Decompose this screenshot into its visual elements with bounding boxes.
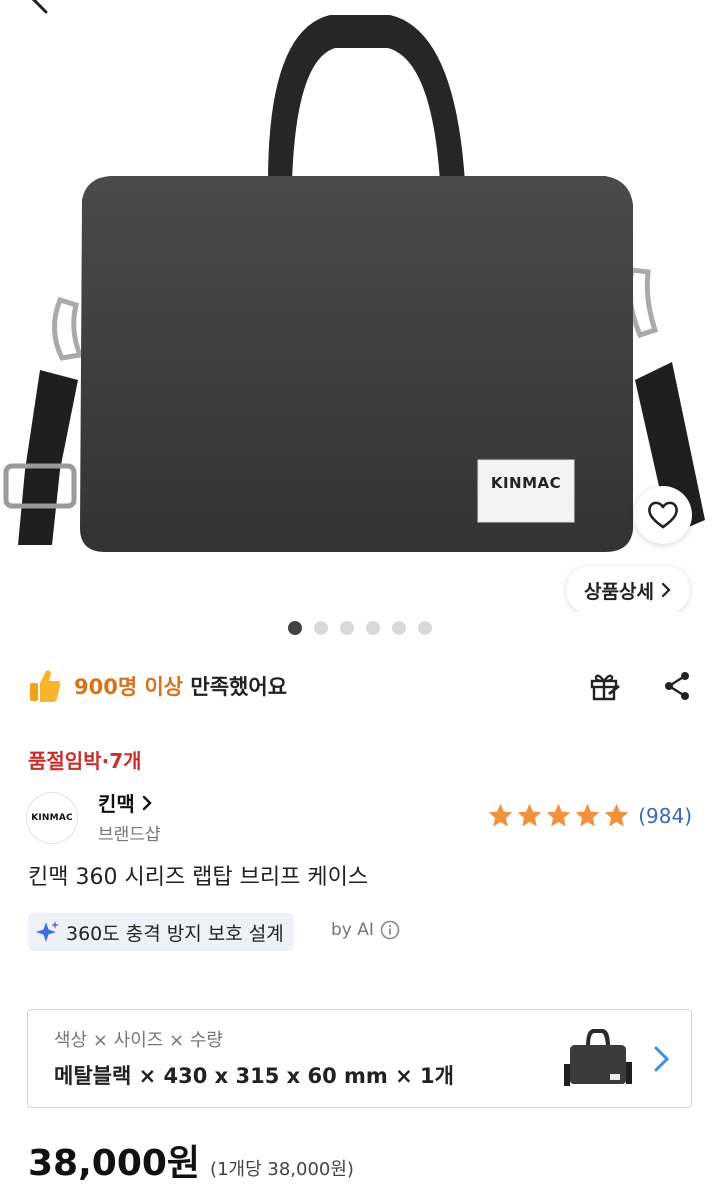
carousel-dot[interactable] — [287, 621, 302, 635]
bag-brand-label: KINMAC — [490, 474, 562, 492]
gift-icon[interactable] — [588, 669, 622, 703]
brand-name: 킨맥 — [98, 792, 135, 816]
chevron-right-icon — [654, 1046, 670, 1072]
option-thumbnail — [564, 1029, 632, 1086]
product-bag-image — [3, 15, 705, 552]
wishlist-button[interactable] — [634, 486, 692, 544]
option-label: 색상 × 사이즈 × 수량 — [54, 1030, 223, 1051]
review-count: (984) — [638, 803, 692, 828]
star-icon — [575, 803, 600, 827]
share-icon[interactable] — [662, 670, 692, 702]
brand-logo[interactable]: KINMAC — [26, 792, 78, 844]
price-row: 38,000원 (1개당 38,000원) — [28, 1134, 354, 1186]
carousel-dot[interactable] — [417, 621, 432, 635]
satisfaction-row: 900명 이상 만족했어요 — [28, 664, 692, 708]
star-icon — [488, 803, 513, 827]
total-price: 38,000원 — [28, 1143, 201, 1184]
ai-summary-chip[interactable]: 360도 충격 방지 보호 설계 — [28, 913, 294, 951]
by-ai-label[interactable]: by AI — [331, 920, 400, 940]
chevron-right-icon — [661, 582, 671, 598]
star-icon — [546, 803, 571, 827]
carousel-dot[interactable] — [339, 621, 354, 635]
ai-summary-text: 360도 충격 방지 보호 설계 — [66, 922, 284, 945]
brand-row: KINMAC 킨맥 브랜드샵 (984) — [26, 788, 692, 846]
star-icon — [604, 803, 629, 827]
carousel-pagination — [0, 621, 719, 635]
star-icon — [517, 803, 542, 827]
satisfaction-count: 900명 이상 — [74, 675, 184, 699]
product-detail-button[interactable]: 상품상세 — [566, 566, 690, 612]
product-image-carousel[interactable]: KINMAC 상품상세 — [0, 0, 719, 612]
heart-icon — [648, 501, 678, 529]
brand-subtitle: 브랜드샵 — [98, 825, 161, 845]
detail-button-label: 상품상세 — [584, 580, 654, 603]
info-icon — [380, 920, 400, 940]
carousel-dot[interactable] — [391, 621, 406, 635]
sparkle-icon — [36, 921, 59, 942]
product-title: 킨맥 360 시리즈 랩탑 브리프 케이스 — [28, 865, 369, 890]
option-value: 메탈블랙 × 430 x 315 x 60 mm × 1개 — [54, 1064, 454, 1088]
unit-price: (1개당 38,000원) — [210, 1159, 354, 1180]
thumbs-up-icon — [30, 670, 61, 702]
option-selector[interactable]: 색상 × 사이즈 × 수량 메탈블랙 × 430 x 315 x 60 mm ×… — [27, 1009, 692, 1108]
carousel-dot[interactable] — [365, 621, 380, 635]
brand-link[interactable]: 킨맥 — [98, 788, 153, 817]
by-ai-text: by AI — [331, 920, 374, 940]
back-arrow-icon[interactable] — [22, 0, 52, 22]
satisfaction-suffix: 만족했어요 — [190, 675, 288, 699]
stock-alert: 품절임박·7개 — [28, 749, 142, 773]
chevron-right-icon — [142, 795, 152, 810]
carousel-dot[interactable] — [313, 621, 328, 635]
rating-summary[interactable]: (984) — [487, 802, 692, 829]
